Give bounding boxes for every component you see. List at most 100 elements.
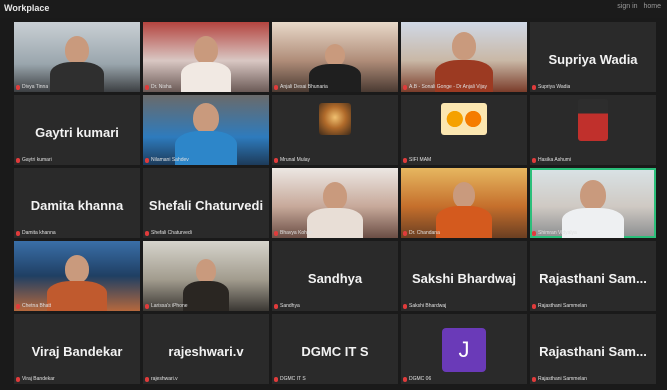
participant-name: Sakshi Bhardwaj bbox=[411, 271, 517, 286]
participant-name: Gaytri kumari bbox=[35, 125, 119, 140]
participant-tile[interactable]: Dr. Nisha bbox=[143, 22, 269, 92]
mic-muted-icon bbox=[16, 303, 20, 309]
window-title: Workplace bbox=[4, 3, 50, 13]
top-bar-controls: sign in home bbox=[613, 3, 661, 10]
participant-video bbox=[452, 32, 476, 60]
participant-tile[interactable]: Viraj Bandekar Viraj Bandekar bbox=[14, 314, 140, 384]
participant-name: rajeshwari.v bbox=[168, 344, 244, 359]
mic-muted-icon bbox=[274, 157, 278, 163]
participant-body bbox=[50, 62, 104, 92]
participant-video bbox=[65, 36, 89, 64]
participant-label: Larissa's iPhone bbox=[145, 303, 188, 309]
shiva-image-icon bbox=[319, 103, 351, 135]
mic-muted-icon bbox=[532, 230, 536, 236]
participant-name: Shefali Chaturvedi bbox=[148, 198, 264, 213]
participant-label: Supriya Wadia bbox=[532, 84, 570, 90]
participant-tile[interactable]: Shefali Chaturvedi Shefali Chaturvedi bbox=[143, 168, 269, 238]
active-speaker-tile[interactable]: Shimran Vidyalya bbox=[530, 168, 656, 238]
participant-video bbox=[65, 255, 89, 283]
participant-label: Shimran Vidyalya bbox=[532, 230, 577, 236]
mic-muted-icon bbox=[532, 376, 536, 382]
mic-muted-icon bbox=[532, 303, 536, 309]
participant-label: Shefali Chaturvedi bbox=[145, 230, 192, 236]
participant-video bbox=[194, 36, 218, 64]
participant-name: Supriya Wadia bbox=[548, 52, 638, 67]
participant-label: Chetna Bhatt bbox=[16, 303, 51, 309]
participant-label: SIFI MAM bbox=[403, 157, 431, 163]
mic-muted-icon bbox=[145, 376, 149, 382]
participant-video bbox=[196, 259, 216, 283]
participant-tile[interactable]: J DGMC 06 bbox=[401, 314, 527, 384]
participant-tile[interactable]: Mrunal Mulay bbox=[272, 95, 398, 165]
mic-muted-icon bbox=[274, 303, 278, 309]
mic-muted-icon bbox=[403, 376, 407, 382]
mic-muted-icon bbox=[403, 157, 407, 163]
sign-in-link[interactable]: sign in bbox=[617, 3, 637, 10]
participant-tile[interactable]: Chetna Bhatt bbox=[14, 241, 140, 311]
participant-body bbox=[436, 206, 492, 238]
participant-label: Rajasthani Sammelan bbox=[532, 376, 587, 382]
mic-muted-icon bbox=[16, 376, 20, 382]
participant-tile[interactable]: Bhavya Kohan bbox=[272, 168, 398, 238]
participant-label: Sandhya bbox=[274, 303, 300, 309]
participant-video bbox=[323, 182, 347, 210]
participant-tile[interactable]: Sakshi Bhardwaj Sakshi Bhardwaj bbox=[401, 241, 527, 311]
participant-label: DGMC IT S bbox=[274, 376, 306, 382]
participant-label: A.B - Sonali Gonge - Dr Anjali Vijay bbox=[403, 84, 487, 90]
participant-tile[interactable]: Supriya Wadia Supriya Wadia bbox=[530, 22, 656, 92]
participant-video bbox=[193, 103, 219, 133]
mic-muted-icon bbox=[403, 84, 407, 90]
mic-muted-icon bbox=[16, 230, 20, 236]
mic-muted-icon bbox=[16, 84, 20, 90]
participant-body bbox=[183, 281, 229, 311]
participant-tile[interactable]: rajeshwari.v rajeshwari.v bbox=[143, 314, 269, 384]
participant-tile[interactable]: Rajasthani Sam... Rajasthani Sammelan bbox=[530, 314, 656, 384]
participant-video bbox=[580, 180, 606, 210]
participant-label: Gaytri kumari bbox=[16, 157, 52, 163]
participant-label: Dr. Nisha bbox=[145, 84, 172, 90]
participant-tile[interactable]: Hasika Ashumi bbox=[530, 95, 656, 165]
participant-label: DGMC 06 bbox=[403, 376, 431, 382]
participant-tile[interactable]: Nilamani Sahdev bbox=[143, 95, 269, 165]
participant-name: Viraj Bandekar bbox=[31, 344, 123, 359]
avatar: J bbox=[442, 328, 486, 372]
participant-label: Nilamani Sahdev bbox=[145, 157, 189, 163]
participant-grid: Divya Tinna Dr. Nisha Anjali Desai Bhuna… bbox=[14, 22, 658, 386]
participant-tile[interactable]: A.B - Sonali Gonge - Dr Anjali Vijay bbox=[401, 22, 527, 92]
participant-label: Rajasthani Sammelan bbox=[532, 303, 587, 309]
participant-name: Rajasthani Sam... bbox=[539, 344, 647, 359]
participant-tile[interactable]: Damita khanna Damita khanna bbox=[14, 168, 140, 238]
participant-tile[interactable]: Dr. Chandana bbox=[401, 168, 527, 238]
participant-video bbox=[453, 182, 475, 208]
participant-label: Damita khanna bbox=[16, 230, 56, 236]
participant-name: Rajasthani Sam... bbox=[539, 271, 647, 286]
participant-body bbox=[307, 208, 363, 238]
top-bar: Workplace sign in home bbox=[0, 0, 667, 18]
mic-muted-icon bbox=[403, 303, 407, 309]
participant-video bbox=[325, 44, 345, 66]
participant-label: Viraj Bandekar bbox=[16, 376, 55, 382]
home-link[interactable]: home bbox=[643, 3, 661, 10]
mic-muted-icon bbox=[145, 84, 149, 90]
mic-muted-icon bbox=[145, 230, 149, 236]
participant-tile[interactable]: Larissa's iPhone bbox=[143, 241, 269, 311]
participant-tile[interactable]: SIFI MAM bbox=[401, 95, 527, 165]
participant-tile[interactable]: Rajasthani Sam... Rajasthani Sammelan bbox=[530, 241, 656, 311]
mic-muted-icon bbox=[274, 230, 278, 236]
mic-muted-icon bbox=[274, 84, 278, 90]
participant-label: Anjali Desai Bhunaria bbox=[274, 84, 328, 90]
participant-tile[interactable]: Gaytri kumari Gaytri kumari bbox=[14, 95, 140, 165]
participant-name: DGMC IT S bbox=[301, 344, 369, 359]
mic-muted-icon bbox=[145, 157, 149, 163]
participant-tile[interactable]: DGMC IT S DGMC IT S bbox=[272, 314, 398, 384]
participant-tile[interactable]: Sandhya Sandhya bbox=[272, 241, 398, 311]
participant-label: Mrunal Mulay bbox=[274, 157, 310, 163]
participant-tile[interactable]: Divya Tinna bbox=[14, 22, 140, 92]
mic-muted-icon bbox=[532, 84, 536, 90]
participant-label: Sakshi Bhardwaj bbox=[403, 303, 446, 309]
participant-tile[interactable]: Anjali Desai Bhunaria bbox=[272, 22, 398, 92]
participant-label: rajeshwari.v bbox=[145, 376, 178, 382]
mic-muted-icon bbox=[16, 157, 20, 163]
participant-body bbox=[47, 281, 107, 311]
participant-name: Damita khanna bbox=[30, 198, 124, 213]
